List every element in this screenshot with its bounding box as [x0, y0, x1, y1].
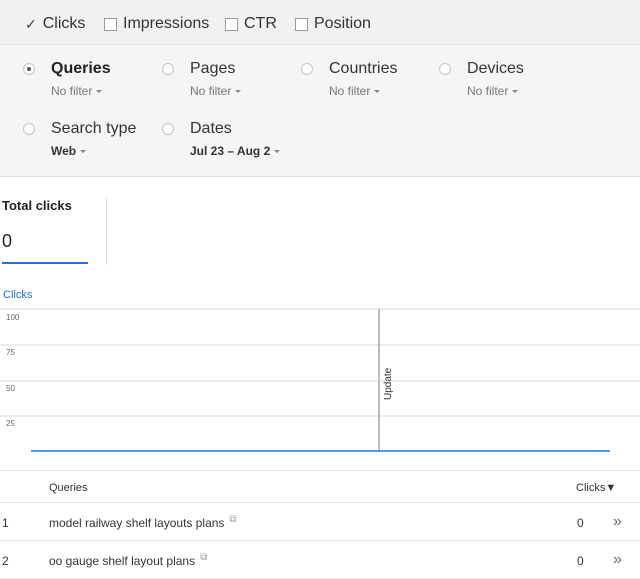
- double-chevron-right-icon[interactable]: »: [613, 513, 622, 531]
- row-clicks-value: 0: [577, 554, 584, 568]
- filter-countries-title: Countries: [329, 60, 398, 77]
- filter-countries-value[interactable]: No filter: [329, 84, 381, 98]
- row-number: 1: [2, 516, 9, 530]
- filter-devices-title: Devices: [467, 60, 524, 77]
- caret-down-icon: [512, 90, 519, 94]
- radio-icon[interactable]: [301, 63, 313, 75]
- table-row[interactable]: 1 model railway shelf layouts plans ⧉ 0 »: [0, 503, 640, 541]
- radio-icon[interactable]: [162, 123, 174, 135]
- radio-icon[interactable]: [439, 63, 451, 75]
- caret-down-icon: [80, 150, 87, 154]
- metric-ctr-label: CTR: [244, 15, 277, 32]
- filter-dates-title: Dates: [190, 120, 232, 137]
- filter-search-type-title: Search type: [51, 120, 137, 137]
- total-clicks-value: 0: [2, 231, 13, 251]
- row-query[interactable]: oo gauge shelf layout plans ⧉: [49, 552, 207, 568]
- caret-down-icon: [374, 90, 381, 94]
- filter-pages-value[interactable]: No filter: [190, 84, 242, 98]
- metric-impressions-label: Impressions: [123, 15, 210, 32]
- radio-icon[interactable]: [23, 123, 35, 135]
- total-clicks-label: Total clicks: [2, 198, 72, 213]
- filter-search-type-value[interactable]: Web: [51, 144, 87, 158]
- metric-ctr-toggle[interactable]: CTR: [225, 15, 277, 33]
- row-clicks-value: 0: [577, 516, 584, 530]
- column-header-queries[interactable]: Queries: [49, 482, 88, 494]
- table-row[interactable]: 2 oo gauge shelf layout plans ⧉ 0 »: [0, 541, 640, 579]
- filter-pages-title: Pages: [190, 60, 236, 77]
- filter-dates-value[interactable]: Jul 23 – Aug 2: [190, 144, 281, 158]
- caret-down-icon: [274, 150, 281, 154]
- check-icon: ✓: [25, 15, 37, 32]
- checkbox-icon: [225, 17, 238, 31]
- table-header: Queries Clicks▼: [0, 471, 640, 503]
- metric-impressions-toggle[interactable]: Impressions: [104, 15, 209, 33]
- metric-position-toggle[interactable]: Position: [295, 15, 371, 33]
- y-tick-label: 100: [6, 313, 20, 322]
- radio-icon[interactable]: [162, 63, 174, 75]
- row-query[interactable]: model railway shelf layouts plans ⧉: [49, 514, 237, 530]
- checkbox-icon: [295, 17, 308, 31]
- metric-position-label: Position: [314, 15, 371, 32]
- column-header-clicks[interactable]: Clicks▼: [576, 482, 616, 494]
- chart-title: Clicks: [3, 289, 33, 301]
- external-link-icon[interactable]: ⧉: [229, 514, 236, 525]
- caret-down-icon: [235, 90, 242, 94]
- caret-down-icon: [96, 90, 103, 94]
- y-tick-label: 75: [6, 348, 15, 357]
- total-clicks-card[interactable]: Total clicks 0: [2, 198, 106, 266]
- metric-clicks-label: Clicks: [42, 15, 86, 32]
- metric-toggle-bar: ✓ Clicks Impressions CTR Position: [0, 0, 640, 45]
- filter-devices-value[interactable]: No filter: [467, 84, 519, 98]
- filter-panel: Queries No filter Pages No filter Countr…: [0, 45, 640, 177]
- row-number: 2: [2, 554, 9, 568]
- divider: [106, 198, 107, 265]
- clicks-chart: 100 75 50 25 Update: [0, 308, 640, 452]
- metric-clicks-toggle[interactable]: ✓ Clicks: [25, 15, 85, 33]
- checkbox-icon: [104, 17, 117, 31]
- radio-selected-icon[interactable]: [23, 63, 35, 75]
- external-link-icon[interactable]: ⧉: [200, 552, 207, 563]
- annotation-update-label: Update: [383, 367, 394, 400]
- y-tick-label: 25: [6, 419, 15, 428]
- double-chevron-right-icon[interactable]: »: [613, 551, 622, 569]
- y-tick-label: 50: [6, 384, 15, 393]
- filter-queries-title: Queries: [51, 60, 111, 77]
- filter-queries-value[interactable]: No filter: [51, 84, 103, 98]
- total-clicks-underline: [2, 262, 88, 264]
